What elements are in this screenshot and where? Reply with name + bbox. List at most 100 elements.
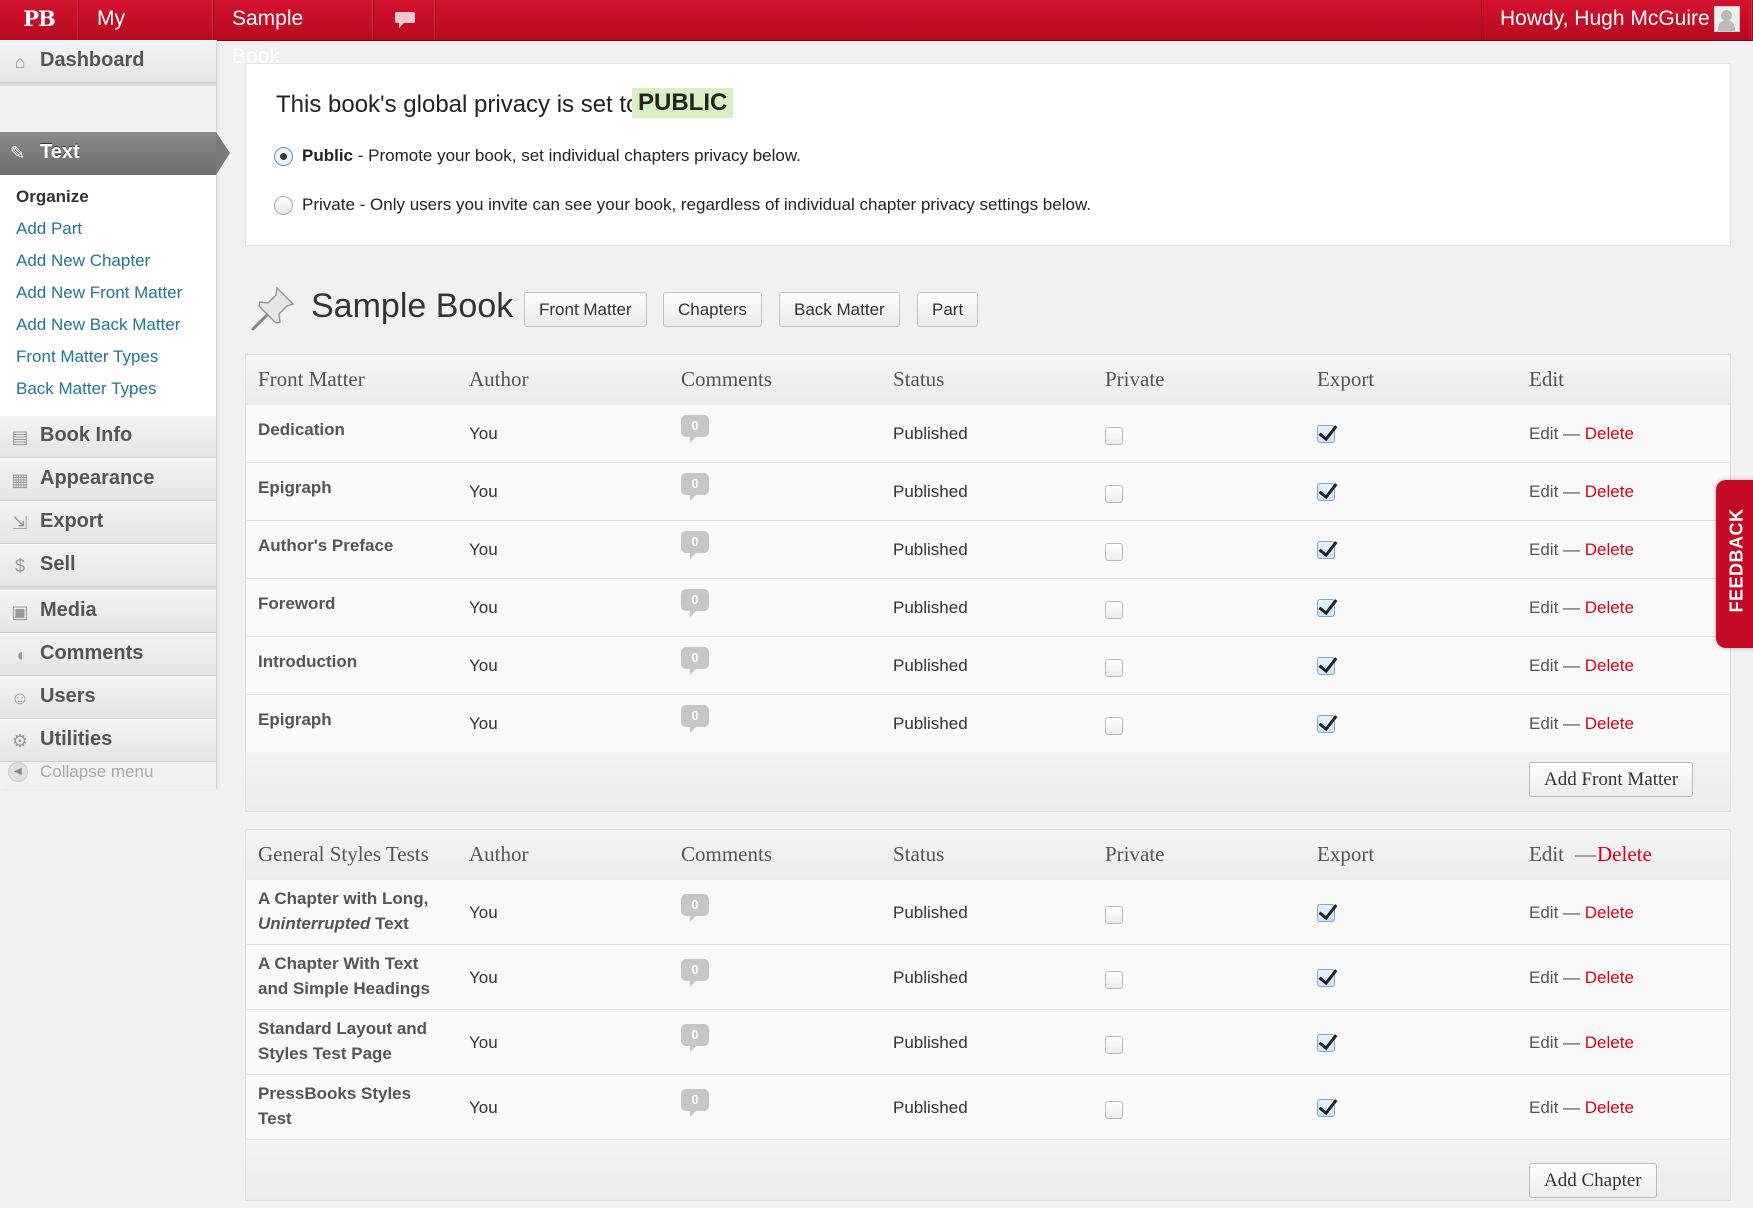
row-title[interactable]: Dedication [258, 417, 345, 442]
feedback-tab[interactable]: FEEDBACK [1716, 480, 1753, 648]
delete-link[interactable]: Delete [1585, 424, 1634, 443]
private-checkbox[interactable] [1105, 485, 1123, 503]
row-title[interactable]: Introduction [258, 649, 357, 674]
delete-link[interactable]: Delete [1585, 482, 1634, 501]
export-checkbox[interactable] [1317, 1099, 1335, 1117]
public-radio[interactable] [274, 147, 293, 166]
comment-count-icon[interactable]: 0 [681, 1089, 709, 1117]
col-edit: Edit [1529, 367, 1564, 391]
private-checkbox[interactable] [1105, 427, 1123, 445]
comment-count-icon[interactable]: 0 [681, 473, 709, 501]
comment-count-icon[interactable]: 0 [681, 589, 709, 617]
account-menu[interactable]: Howdy, Hugh McGuire [1481, 0, 1753, 40]
comment-count-icon[interactable]: 0 [681, 705, 709, 733]
edit-link[interactable]: Edit [1529, 598, 1558, 617]
sample-book-link[interactable]: Sample Book [214, 0, 374, 68]
private-checkbox[interactable] [1105, 906, 1123, 924]
front-matter-button[interactable]: Front Matter [524, 292, 647, 327]
delete-link[interactable]: Delete [1585, 656, 1634, 675]
private-checkbox[interactable] [1105, 1036, 1123, 1054]
part-button[interactable]: Part [917, 292, 979, 327]
export-checkbox[interactable] [1317, 657, 1335, 675]
submenu-add-new-chapter[interactable]: Add New Chapter [16, 251, 150, 271]
row-title[interactable]: PressBooks Styles Test [258, 1081, 411, 1131]
row-title[interactable]: Epigraph [258, 475, 332, 500]
export-checkbox[interactable] [1317, 483, 1335, 501]
private-checkbox[interactable] [1105, 543, 1123, 561]
add-front-matter-button[interactable]: Add Front Matter [1529, 762, 1694, 797]
row-title[interactable]: Foreword [258, 591, 335, 616]
private-checkbox[interactable] [1105, 717, 1123, 735]
export-checkbox[interactable] [1317, 904, 1335, 922]
menu-users[interactable]: ☺ Users [0, 676, 216, 719]
submenu-back-matter-types[interactable]: Back Matter Types [16, 379, 156, 399]
back-matter-button[interactable]: Back Matter [779, 292, 900, 327]
menu-export[interactable]: ⇲ Export [0, 501, 216, 544]
media-icon: ▣ [11, 602, 29, 622]
delete-link[interactable]: Delete [1585, 714, 1634, 733]
col-status: Status [893, 842, 945, 866]
collapse-menu[interactable]: ◀ Collapse menu [0, 758, 216, 788]
submenu-add-new-front-matter[interactable]: Add New Front Matter [16, 283, 182, 303]
edit-link[interactable]: Edit [1529, 656, 1558, 675]
menu-text[interactable]: ✎ Text [0, 132, 230, 175]
menu-book-info[interactable]: ▤ Book Info [0, 415, 216, 458]
private-checkbox[interactable] [1105, 1101, 1123, 1119]
export-checkbox[interactable] [1317, 1034, 1335, 1052]
row-title[interactable]: Standard Layout and Styles Test Page [258, 1016, 427, 1066]
edit-link[interactable]: Edit [1529, 1098, 1558, 1117]
export-checkbox[interactable] [1317, 599, 1335, 617]
submenu-add-part[interactable]: Add Part [16, 219, 82, 239]
edit-link[interactable]: Edit [1529, 714, 1558, 733]
edit-link[interactable]: Edit [1529, 482, 1558, 501]
separator-dash: — [1563, 598, 1581, 617]
edit-link[interactable]: Edit [1529, 903, 1558, 922]
submenu-add-new-back-matter[interactable]: Add New Back Matter [16, 315, 180, 335]
delete-link[interactable]: Delete [1585, 968, 1634, 987]
menu-appearance[interactable]: ▦ Appearance [0, 458, 216, 501]
export-checkbox[interactable] [1317, 969, 1335, 987]
export-checkbox[interactable] [1317, 715, 1335, 733]
menu-sell[interactable]: $ Sell [0, 544, 216, 587]
submenu-organize[interactable]: Organize [16, 187, 89, 207]
menu-comments[interactable]: ◖ Comments [0, 633, 216, 676]
menu-media[interactable]: ▣ Media [0, 590, 216, 633]
private-checkbox[interactable] [1105, 971, 1123, 989]
comment-count-icon[interactable]: 0 [681, 959, 709, 987]
edit-link[interactable]: Edit [1529, 424, 1558, 443]
chapters-button[interactable]: Chapters [663, 292, 762, 327]
export-checkbox[interactable] [1317, 425, 1335, 443]
comment-count-icon[interactable]: 0 [681, 894, 709, 922]
edit-link[interactable]: Edit [1529, 968, 1558, 987]
add-chapter-button[interactable]: Add Chapter [1529, 1163, 1657, 1198]
row-title[interactable]: Author's Preface [258, 533, 393, 558]
menu-utilities[interactable]: ⚙ Utilities [0, 719, 216, 762]
delete-link[interactable]: Delete [1585, 1098, 1634, 1117]
comment-count-icon[interactable]: 0 [681, 415, 709, 443]
edit-link[interactable]: Edit [1529, 540, 1558, 559]
export-checkbox[interactable] [1317, 541, 1335, 559]
submenu-front-matter-types[interactable]: Front Matter Types [16, 347, 158, 367]
comment-count-icon[interactable]: 0 [681, 531, 709, 559]
part-edit-link[interactable]: Edit [1529, 842, 1564, 867]
private-checkbox[interactable] [1105, 601, 1123, 619]
delete-link[interactable]: Delete [1585, 903, 1634, 922]
edit-link[interactable]: Edit [1529, 1033, 1558, 1052]
part-delete-link[interactable]: Delete [1597, 842, 1652, 867]
row-title[interactable]: Epigraph [258, 707, 332, 732]
row-title[interactable]: A Chapter With Text and Simple Headings [258, 951, 430, 1001]
row-status: Published [893, 424, 968, 443]
table-row: Author's Preface You 0 Published Edit — Dele… [246, 521, 1730, 579]
pb-logo[interactable]: PB [0, 0, 79, 40]
comment-count-icon[interactable]: 0 [681, 647, 709, 675]
delete-link[interactable]: Delete [1585, 1033, 1634, 1052]
delete-link[interactable]: Delete [1585, 598, 1634, 617]
menu-dashboard[interactable]: ⌂ Dashboard [0, 40, 216, 83]
delete-link[interactable]: Delete [1585, 540, 1634, 559]
row-title[interactable]: A Chapter with Long, Uninterrupted Text [258, 886, 428, 936]
comment-count-icon[interactable]: 0 [681, 1024, 709, 1052]
private-checkbox[interactable] [1105, 659, 1123, 677]
comments-link[interactable] [374, 0, 436, 40]
private-radio[interactable] [274, 196, 293, 215]
my-catalog-link[interactable]: My Catalog [79, 0, 214, 68]
